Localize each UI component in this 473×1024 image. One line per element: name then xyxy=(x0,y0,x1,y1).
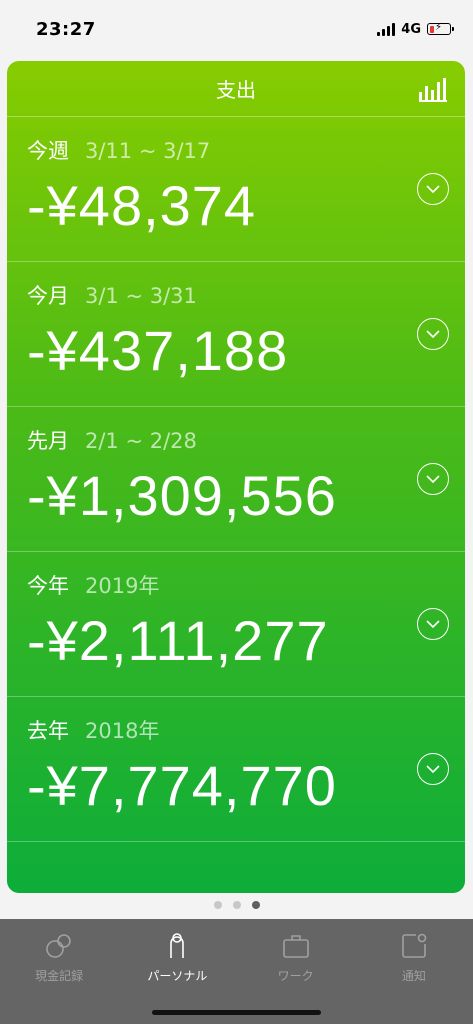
tab-label: 通知 xyxy=(401,969,426,983)
period-label: 去年 xyxy=(27,719,69,743)
period-label: 今週 xyxy=(27,139,69,163)
expense-card: 支出 今週 3/11 ~ 3/17 -¥48,374 今月 3/1 ~ 3/31… xyxy=(7,61,465,893)
tab-bar: 現金記録 パーソナル ワーク 通知 xyxy=(0,919,473,1024)
status-indicators: 4G ⚡ xyxy=(377,21,454,37)
status-time: 23:27 xyxy=(36,18,96,40)
period-range: 3/1 ~ 3/31 xyxy=(85,284,197,308)
expense-amount: -¥2,111,277 xyxy=(27,609,329,672)
expense-row-this-month[interactable]: 今月 3/1 ~ 3/31 -¥437,188 xyxy=(7,262,465,407)
tab-cash-record[interactable]: 現金記録 xyxy=(0,919,118,1024)
network-type: 4G xyxy=(401,21,421,37)
page-indicator[interactable] xyxy=(0,901,473,909)
period-label: 先月 xyxy=(27,429,69,453)
tab-personal[interactable]: パーソナル xyxy=(118,919,236,1024)
page-dot[interactable] xyxy=(213,901,222,909)
person-icon xyxy=(170,933,185,958)
tab-label: パーソナル xyxy=(147,969,208,983)
chevron-down-icon[interactable] xyxy=(417,463,449,495)
battery-icon: ⚡ xyxy=(427,22,454,35)
expense-row-this-week[interactable]: 今週 3/11 ~ 3/17 -¥48,374 xyxy=(7,117,465,262)
tab-label: 現金記録 xyxy=(35,969,84,983)
briefcase-icon xyxy=(282,935,309,958)
card-header: 支出 xyxy=(7,61,465,117)
page-dot[interactable] xyxy=(232,901,241,909)
expense-row-last-year[interactable]: 去年 2018年 -¥7,774,770 xyxy=(7,697,465,842)
period-range: 2019年 xyxy=(85,574,160,598)
expense-amount: -¥7,774,770 xyxy=(27,754,337,817)
notification-icon xyxy=(402,933,427,958)
tab-label: ワーク xyxy=(277,969,314,983)
chevron-down-icon[interactable] xyxy=(417,753,449,785)
period-range: 2/1 ~ 2/28 xyxy=(85,429,197,453)
page-dot-active[interactable] xyxy=(251,901,260,909)
chevron-down-icon[interactable] xyxy=(417,318,449,350)
tab-notification[interactable]: 通知 xyxy=(355,919,473,1024)
coins-icon xyxy=(46,934,71,958)
chevron-down-icon[interactable] xyxy=(417,608,449,640)
period-label: 今年 xyxy=(27,574,69,598)
bar-chart-icon[interactable] xyxy=(419,78,447,102)
period-range: 3/11 ~ 3/17 xyxy=(85,139,211,163)
tab-work[interactable]: ワーク xyxy=(237,919,355,1024)
expense-row-this-year[interactable]: 今年 2019年 -¥2,111,277 xyxy=(7,552,465,697)
chevron-down-icon[interactable] xyxy=(417,173,449,205)
card-title: 支出 xyxy=(216,78,256,102)
expense-amount: -¥1,309,556 xyxy=(27,464,337,527)
expense-amount: -¥437,188 xyxy=(27,319,289,382)
status-bar: 23:27 4G ⚡ xyxy=(0,0,473,58)
home-indicator[interactable] xyxy=(152,1010,321,1015)
period-label: 今月 xyxy=(27,284,69,308)
period-range: 2018年 xyxy=(85,719,160,743)
expense-amount: -¥48,374 xyxy=(27,174,257,237)
expense-row-last-month[interactable]: 先月 2/1 ~ 2/28 -¥1,309,556 xyxy=(7,407,465,552)
signal-icon xyxy=(377,22,396,36)
